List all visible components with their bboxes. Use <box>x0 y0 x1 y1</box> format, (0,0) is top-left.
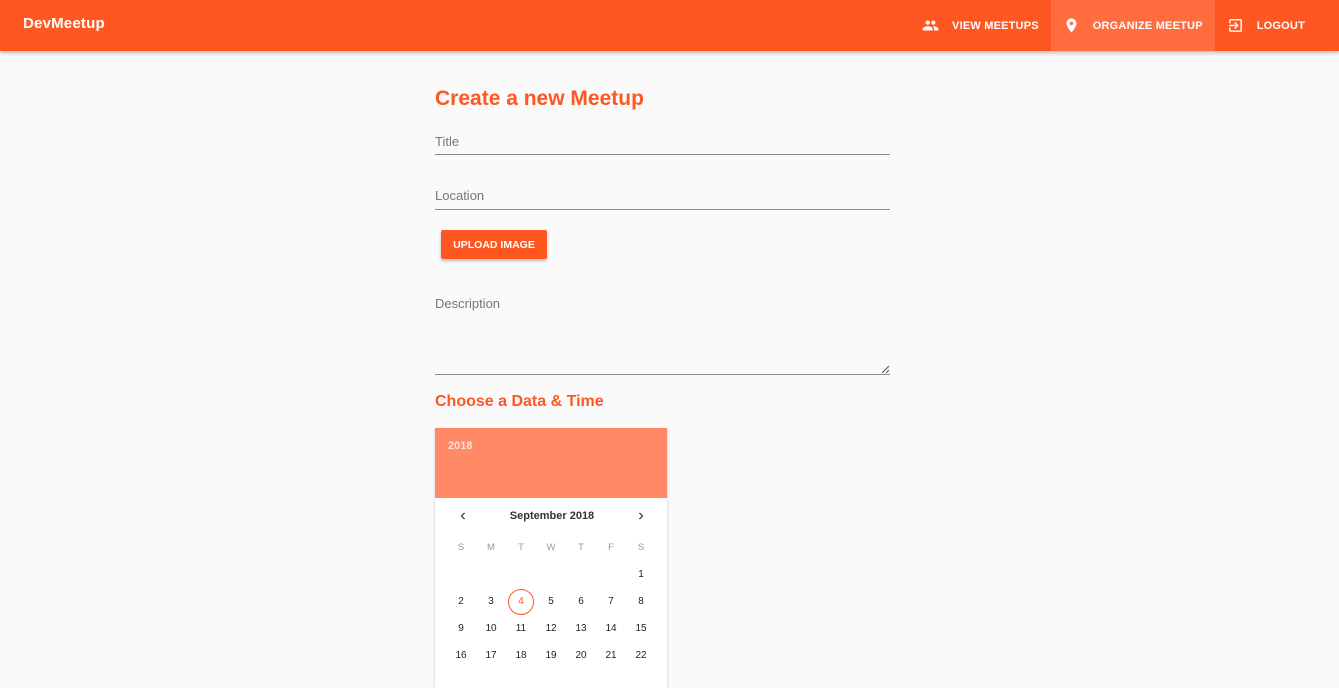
day-9[interactable]: 9 <box>446 615 476 642</box>
exit-icon <box>1228 19 1242 32</box>
weekday-row: SMTWTFS <box>446 534 656 561</box>
week-row: 1 <box>446 561 656 588</box>
day-number: 2 <box>458 596 464 607</box>
day-number: 9 <box>458 623 464 634</box>
upload-image-button[interactable]: UPLOAD IMAGE <box>441 230 547 259</box>
day-14[interactable]: 14 <box>596 615 626 642</box>
day-number: 22 <box>635 650 647 661</box>
nav-organize-meetup[interactable]: ORGANIZE MEETUP <box>1050 0 1215 51</box>
day-number: 19 <box>545 650 557 661</box>
week-row: 16 17 18 19 20 21 22 <box>446 642 656 669</box>
nav-label: ORGANIZE MEETUP <box>1092 19 1203 32</box>
week-row: 2 3 4 5 6 7 8 <box>446 588 656 615</box>
weekday-label: W <box>546 542 556 553</box>
month-navigation: September 2018 <box>435 498 667 534</box>
nav-label: VIEW MEETUPS <box>952 19 1039 32</box>
day-8[interactable]: 8 <box>626 588 656 615</box>
day-number: 16 <box>455 650 467 661</box>
weekday-label: F <box>608 542 614 553</box>
day-number: 1 <box>638 569 644 580</box>
resize-handle-icon[interactable] <box>881 365 889 373</box>
day-18[interactable]: 18 <box>506 642 536 669</box>
chevron-left-icon <box>460 512 465 520</box>
app-brand[interactable]: DevMeetup <box>23 15 105 32</box>
weekday-label: S <box>457 542 465 553</box>
nav-view-meetups[interactable]: VIEW MEETUPS <box>910 0 1051 51</box>
nav-label: LOGOUT <box>1256 19 1305 32</box>
date-picker: 2018 September 2018 SMTWTFS 1 2 3 4 5 6 7 8 9 10 1… <box>435 428 667 688</box>
title-input[interactable] <box>435 134 890 149</box>
day-4[interactable]: 4 <box>506 588 536 615</box>
location-field <box>435 187 890 210</box>
day-number: 7 <box>608 596 614 607</box>
day-number: 15 <box>635 623 647 634</box>
place-icon <box>1066 18 1077 33</box>
day-number: 20 <box>575 650 587 661</box>
day-11[interactable]: 11 <box>506 615 536 642</box>
day-number: 5 <box>548 596 554 607</box>
picker-year[interactable]: 2018 <box>448 440 654 452</box>
calendar-grid: SMTWTFS 1 2 3 4 5 6 7 8 9 10 11 12 13 14 15 16 17 18 19 20 2… <box>435 534 667 669</box>
day-1[interactable]: 1 <box>626 561 656 588</box>
chevron-right-icon <box>638 512 644 520</box>
day-3[interactable]: 3 <box>476 588 506 615</box>
day-19[interactable]: 19 <box>536 642 566 669</box>
day-number: 14 <box>605 623 617 634</box>
day-number: 17 <box>485 650 497 661</box>
weekday-label: T <box>578 542 584 553</box>
empty-day <box>446 561 476 588</box>
month-label[interactable]: September 2018 <box>510 510 594 522</box>
day-number: 11 <box>515 623 527 634</box>
day-number: 3 <box>488 596 494 607</box>
description-input[interactable] <box>435 296 890 373</box>
datetime-heading: Choose a Data & Time <box>435 393 604 410</box>
day-number: 4 <box>508 588 534 615</box>
nav-menu: VIEW MEETUPS ORGANIZE MEETUP LOGOUT <box>910 0 1317 51</box>
day-5[interactable]: 5 <box>536 588 566 615</box>
day-number: 12 <box>545 623 557 634</box>
empty-day <box>596 561 626 588</box>
day-number: 6 <box>578 596 584 607</box>
day-number: 10 <box>485 623 497 634</box>
day-number: 13 <box>575 623 587 634</box>
day-22[interactable]: 22 <box>626 642 656 669</box>
date-picker-header: 2018 <box>435 428 667 498</box>
title-field <box>435 133 890 155</box>
page-title: Create a new Meetup <box>435 87 644 110</box>
day-number: 18 <box>515 650 527 661</box>
day-17[interactable]: 17 <box>476 642 506 669</box>
week-row: 9 10 11 12 13 14 15 <box>446 615 656 642</box>
prev-month-button[interactable] <box>455 508 471 524</box>
empty-day <box>536 561 566 588</box>
group-icon <box>922 20 939 31</box>
weekday-label: S <box>637 542 645 553</box>
app-toolbar: DevMeetup VIEW MEETUPS ORGANIZE MEETUP L… <box>0 0 1339 51</box>
location-input[interactable] <box>435 188 890 203</box>
day-13[interactable]: 13 <box>566 615 596 642</box>
day-15[interactable]: 15 <box>626 615 656 642</box>
day-16[interactable]: 16 <box>446 642 476 669</box>
nav-logout[interactable]: LOGOUT <box>1215 0 1317 51</box>
weekday-label: T <box>518 542 524 553</box>
day-12[interactable]: 12 <box>536 615 566 642</box>
empty-day <box>506 561 536 588</box>
empty-day <box>476 561 506 588</box>
day-21[interactable]: 21 <box>596 642 626 669</box>
day-10[interactable]: 10 <box>476 615 506 642</box>
empty-day <box>566 561 596 588</box>
day-6[interactable]: 6 <box>566 588 596 615</box>
next-month-button[interactable] <box>633 508 649 524</box>
day-7[interactable]: 7 <box>596 588 626 615</box>
day-20[interactable]: 20 <box>566 642 596 669</box>
day-number: 21 <box>605 650 617 661</box>
description-field <box>435 296 890 375</box>
weekday-label: M <box>487 542 495 553</box>
day-number: 8 <box>638 596 644 607</box>
day-2[interactable]: 2 <box>446 588 476 615</box>
